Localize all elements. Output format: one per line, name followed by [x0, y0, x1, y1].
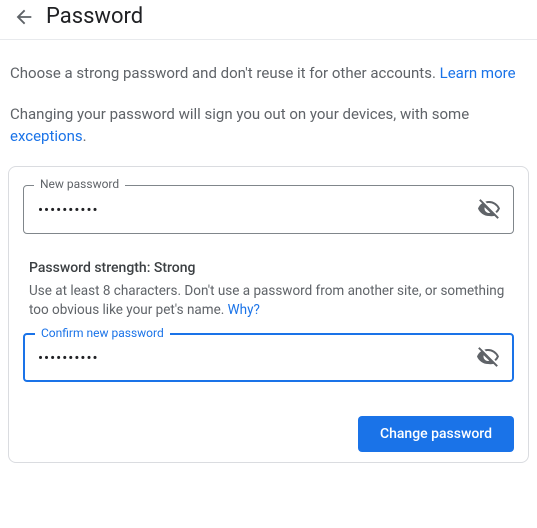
description-line-1: Choose a strong password and don't reuse…	[10, 62, 527, 85]
confirm-password-field[interactable]: Confirm new password	[23, 333, 514, 382]
confirm-password-label: Confirm new password	[35, 326, 170, 340]
page-title: Password	[46, 4, 143, 29]
visibility-off-icon[interactable]	[477, 197, 501, 221]
new-password-label: New password	[34, 177, 125, 191]
back-arrow-icon[interactable]	[12, 5, 36, 29]
description-text-2: Changing your password will sign you out…	[10, 105, 469, 123]
visibility-off-icon[interactable]	[476, 345, 500, 369]
new-password-input[interactable]	[38, 201, 465, 219]
why-link[interactable]: Why?	[228, 302, 260, 318]
confirm-password-input[interactable]	[38, 349, 465, 367]
strength-desc-text: Use at least 8 characters. Don't use a p…	[29, 283, 504, 319]
description-line-2: Changing your password will sign you out…	[10, 103, 527, 148]
new-password-field[interactable]: New password	[23, 185, 514, 234]
actions-row: Change password	[23, 416, 514, 452]
password-strength-title: Password strength: Strong	[29, 260, 508, 276]
exceptions-link[interactable]: exceptions	[10, 127, 83, 145]
description-text-1: Choose a strong password and don't reuse…	[10, 64, 440, 82]
password-card: New password Password strength: Strong U…	[8, 166, 529, 463]
password-strength-block: Password strength: Strong Use at least 8…	[23, 242, 514, 333]
description-text-2b: .	[83, 127, 87, 145]
password-strength-desc: Use at least 8 characters. Don't use a p…	[29, 282, 508, 321]
page-header: Password	[0, 0, 537, 40]
change-password-button[interactable]: Change password	[358, 416, 514, 452]
learn-more-link[interactable]: Learn more	[440, 64, 516, 82]
description-block: Choose a strong password and don't reuse…	[0, 40, 537, 148]
